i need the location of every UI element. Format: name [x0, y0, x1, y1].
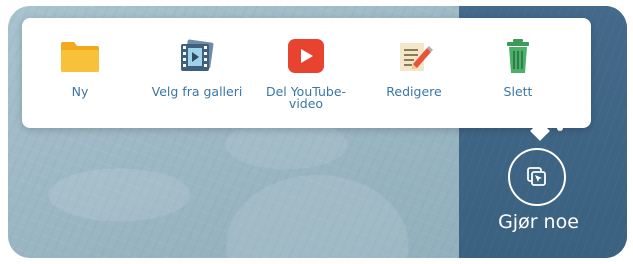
menu-item-share-youtube-label: Del YouTube- video: [251, 85, 361, 111]
menu-item-new-label: Ny: [71, 84, 89, 99]
menu-item-delete-label: Slett: [503, 84, 533, 99]
folder-icon: [60, 39, 100, 73]
menu-item-gallery-label: Velg fra galleri: [151, 84, 243, 99]
menu-item-edit[interactable]: Redigere: [359, 18, 469, 128]
film-gallery-icon: [177, 39, 217, 73]
select-cursor-icon: [527, 167, 546, 186]
menu-item-share-youtube[interactable]: Del YouTube- video: [251, 18, 361, 128]
do-something-label: Gjør noe: [498, 211, 579, 233]
action-menu: Ny Velg fra galleri Del YouTube- video R…: [22, 18, 591, 128]
pointer-dot: [557, 125, 563, 131]
menu-item-edit-label: Redigere: [386, 84, 442, 99]
youtube-icon: [286, 39, 326, 73]
menu-item-delete[interactable]: Slett: [463, 18, 573, 128]
menu-item-new[interactable]: Ny: [25, 18, 135, 128]
action-circle: [508, 148, 566, 206]
trash-icon: [498, 39, 538, 73]
edit-icon: [394, 39, 434, 73]
do-something-button[interactable]: Gjør noe: [471, 148, 606, 244]
menu-item-share-youtube-label-line2: video: [288, 96, 324, 111]
menu-item-gallery[interactable]: Velg fra galleri: [142, 18, 252, 128]
